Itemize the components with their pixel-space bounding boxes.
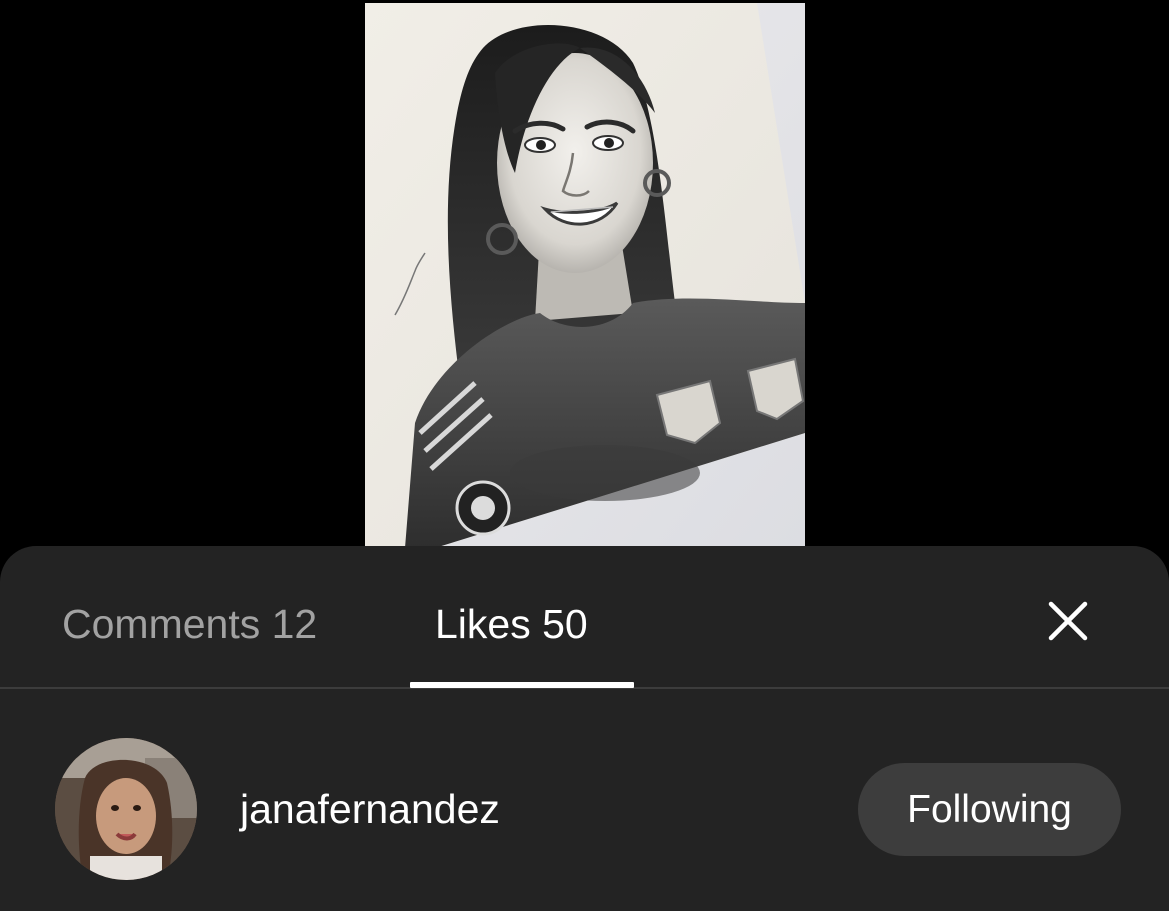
post-media-image[interactable] [365, 3, 805, 548]
avatar[interactable] [55, 738, 197, 880]
post-viewer: Comments 12 Likes 50 janafernandez Follo… [0, 0, 1169, 911]
close-icon [1048, 601, 1088, 641]
likes-sheet: Comments 12 Likes 50 janafernandez Follo… [0, 546, 1169, 911]
close-button[interactable] [1041, 594, 1095, 648]
list-item[interactable]: janafernandez Following [0, 736, 1169, 886]
tab-comments[interactable]: Comments 12 [62, 596, 317, 656]
following-button[interactable]: Following [858, 763, 1121, 856]
sheet-tab-bar: Comments 12 Likes 50 [0, 546, 1169, 689]
tab-likes[interactable]: Likes 50 [435, 596, 588, 656]
username[interactable]: janafernandez [240, 784, 500, 834]
active-tab-indicator [410, 682, 634, 688]
